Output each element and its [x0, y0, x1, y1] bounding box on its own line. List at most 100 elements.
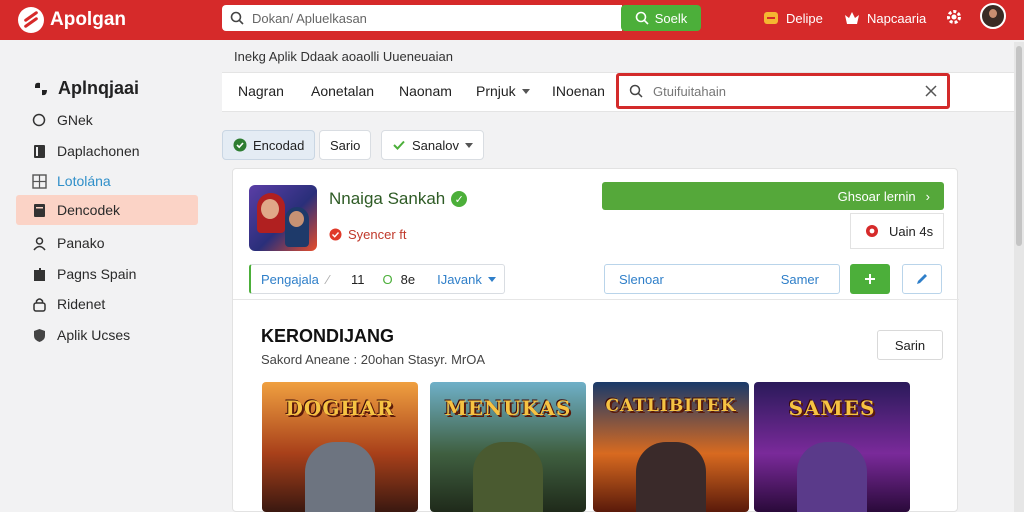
chip-label: Sario [330, 137, 361, 153]
sidebar-item-aplik-ucses[interactable]: Aplik Ucses [16, 320, 198, 350]
wallet-icon [764, 12, 778, 24]
verified-icon: ✓ [451, 191, 468, 207]
sidebar-item-label: Dencodek [57, 202, 121, 218]
game-figure [636, 442, 706, 512]
install-button-label: Ghsoar lernin [837, 188, 916, 204]
sidebar-item-label: Lotolána [57, 173, 111, 189]
info-category[interactable]: Pengajala [261, 272, 319, 287]
tab-prnjuk[interactable]: Prnjuk [476, 83, 530, 99]
user-icon [33, 236, 46, 250]
game-title: MENUKAS [444, 396, 572, 420]
chip-label: Sanalov [412, 137, 459, 153]
sidebar-item-label: GNek [57, 112, 93, 128]
app-title-label: Nnaiga Sankah [329, 189, 446, 208]
tab-label: Naonam [399, 83, 452, 99]
section-title: KERONDIJANG [261, 326, 395, 346]
separator-icon: ⁄ [326, 271, 329, 287]
tab-search-placeholder: Gtuifuitahain [653, 83, 726, 99]
tab-nagran[interactable]: Nagran [238, 83, 284, 99]
sidebar-title-label: Aplnqjaai [58, 78, 140, 98]
app-icon[interactable] [249, 185, 317, 251]
sidebar-item-gnek[interactable]: GNek [16, 105, 198, 135]
sidebar-item-dencodek[interactable]: Dencodek [16, 195, 198, 225]
book-icon [34, 144, 45, 158]
header-action-delipe[interactable]: Delipe [763, 8, 823, 28]
brand-logo-icon [18, 7, 44, 33]
edit-button[interactable] [902, 264, 942, 294]
sidebar-item-label: Pagns Spain [57, 266, 137, 282]
chip-sanalov[interactable]: Sanalov [381, 130, 484, 160]
sidebar-item-daplachonen[interactable]: Daplachonen [16, 136, 198, 166]
game-card[interactable]: DOGHAR [262, 382, 418, 512]
search-icon [629, 84, 643, 98]
top-search-input[interactable]: Dokan/ Apluelkasan [222, 5, 622, 31]
game-title: CATLIBITEK [605, 396, 737, 416]
brand[interactable]: Apolgan [18, 6, 126, 34]
info-count: 11 [351, 271, 365, 287]
avatar[interactable] [980, 3, 1006, 29]
tab-label: INoenan [552, 83, 605, 99]
check-circle-icon [233, 138, 247, 152]
tab-inoenan[interactable]: INoenan [552, 83, 605, 99]
top-search-button[interactable]: Soelk [621, 5, 701, 31]
sidebar-item-label: Panako [57, 235, 105, 251]
puzzle-icon [34, 267, 45, 281]
header-action-napcaaria-label: Napcaaria [867, 10, 927, 26]
game-figure [473, 442, 543, 512]
sidebar-item-panako[interactable]: Panako [16, 228, 198, 258]
chevron-down-icon [521, 88, 530, 94]
top-bar: Apolgan Dokan/ Apluelkasan Soelk Delipe … [0, 0, 1024, 40]
chevron-right-icon: › [925, 188, 930, 204]
app-developer[interactable]: Syencer ft [329, 227, 407, 242]
tab-naonam[interactable]: Naonam [399, 83, 452, 99]
chip-encodad[interactable]: Encodad [222, 130, 316, 160]
field-left-label: Slenoar [619, 271, 664, 287]
app-info-row: Pengajala ⁄ 11 O 8e IJavank [249, 264, 505, 294]
circle-icon: O [382, 271, 393, 287]
app-card: Nnaiga Sankah ✓ Syencer ft Ghsoar lernin… [232, 168, 959, 512]
app-title: Nnaiga Sankah ✓ [329, 189, 468, 209]
info-link[interactable]: IJavank [437, 272, 496, 287]
tab-aonetalan[interactable]: Aonetalan [311, 83, 374, 99]
sidebar-item-label: Ridenet [57, 296, 106, 312]
game-figure [797, 442, 867, 512]
tab-label: Prnjuk [476, 83, 516, 99]
chevron-down-icon [464, 142, 473, 148]
sidebar-item-lotolana[interactable]: Lotolána [16, 166, 198, 196]
game-title: DOGHAR [285, 396, 395, 420]
gear-icon[interactable] [945, 8, 963, 26]
search-icon [32, 113, 46, 126]
crown-icon [845, 12, 859, 24]
header-action-napcaaria[interactable]: Napcaaria [844, 8, 926, 28]
game-card[interactable]: SAMES [754, 382, 910, 512]
rating-label: Uain 4s [889, 223, 934, 239]
check-icon [393, 140, 405, 150]
game-card[interactable]: CATLIBITEK [593, 382, 749, 512]
close-icon[interactable] [925, 85, 937, 97]
field-right-label: Samer [780, 271, 819, 287]
see-all-button[interactable]: Sarin [877, 330, 943, 360]
tab-search-input[interactable]: Gtuifuitahain [616, 73, 950, 109]
install-button[interactable]: Ghsoar lernin › [602, 182, 944, 210]
chevron-down-icon [487, 276, 496, 282]
app-field[interactable]: Slenoar Samer [604, 264, 840, 294]
game-title: SAMES [788, 396, 876, 420]
chip-sario[interactable]: Sario [319, 130, 372, 160]
info-size: 8e [400, 271, 416, 287]
top-search-placeholder: Dokan/ Apluelkasan [252, 10, 367, 26]
add-button[interactable] [850, 264, 890, 294]
top-search-button-label: Soelk [654, 10, 688, 26]
sidebar-item-ridenet[interactable]: Ridenet [16, 289, 198, 319]
sidebar-item-pagns-spain[interactable]: Pagns Spain [16, 259, 198, 289]
badge-icon [329, 228, 342, 241]
tab-label: Nagran [238, 83, 284, 99]
tabs-bar: Nagran Aonetalan Naonam Prnjuk INoenan G… [222, 72, 1014, 112]
scrollbar-thumb[interactable] [1016, 46, 1022, 246]
library-icon [34, 203, 45, 217]
sidebar-item-label: Daplachonen [57, 143, 140, 159]
divider [233, 299, 959, 300]
scrollbar[interactable] [1014, 42, 1024, 512]
game-card[interactable]: MENUKAS [430, 382, 586, 512]
sidebar-item-label: Aplik Ucses [57, 327, 131, 343]
game-figure [305, 442, 375, 512]
